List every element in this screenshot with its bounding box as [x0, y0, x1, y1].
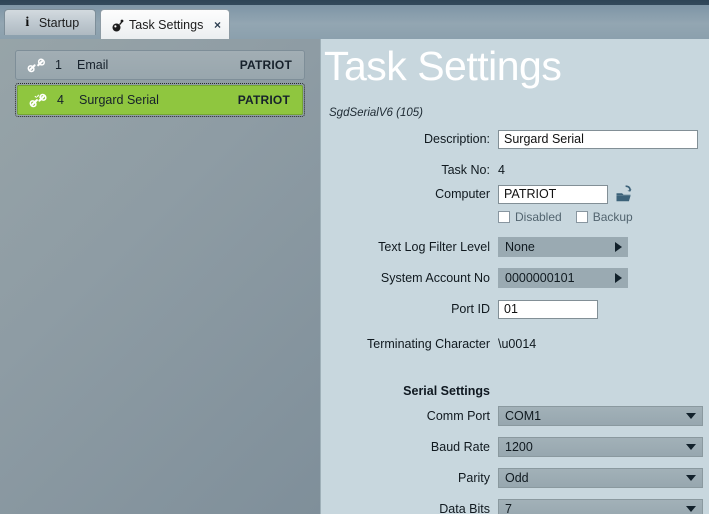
task-row-name: Surgard Serial — [79, 93, 159, 107]
computer-label: Computer — [435, 187, 490, 201]
computer-input[interactable]: PATRIOT — [498, 184, 608, 204]
system-account-dropdown[interactable]: 0000000101 — [498, 268, 628, 288]
baud-rate-dropdown[interactable]: 1200 — [498, 437, 703, 457]
tab-bar: i Startup Task Settings × — [0, 5, 709, 39]
chain-link-icon — [24, 93, 52, 108]
baud-rate-value: 1200 — [505, 440, 533, 454]
field-comm-port: Comm Port COM1 — [321, 404, 709, 428]
chevron-down-icon — [686, 475, 696, 481]
text-log-filter-dropdown[interactable]: None — [498, 237, 628, 257]
comm-port-dropdown[interactable]: COM1 — [498, 406, 703, 426]
field-text-log-filter-level: Text Log Filter Level None — [321, 235, 709, 259]
task-bomb-icon — [111, 18, 124, 32]
task-row-number: 1 — [55, 58, 62, 72]
disabled-label: Disabled — [515, 210, 562, 224]
checkbox-row: Disabled Backup — [321, 206, 709, 228]
chevron-down-icon — [686, 413, 696, 419]
application-window: i Startup Task Settings × 1 Email PATRIO… — [0, 0, 709, 514]
field-parity: Parity Odd — [321, 466, 709, 490]
parity-dropdown[interactable]: Odd — [498, 468, 703, 488]
serial-settings-heading: Serial Settings — [403, 384, 490, 398]
task-list-row-selected-focus: 4 Surgard Serial PATRIOT — [15, 83, 305, 117]
task-subtitle: SgdSerialV6 (105) — [329, 107, 423, 119]
triangle-right-icon — [615, 273, 622, 283]
task-details-panel: Task Settings SgdSerialV6 (105) Descript… — [320, 39, 709, 514]
comm-port-value: COM1 — [505, 409, 542, 423]
task-list-row-surgard-serial[interactable]: 4 Surgard Serial PATRIOT — [17, 85, 303, 115]
field-computer: Computer PATRIOT — [321, 182, 709, 206]
terminating-character-value: \u0014 — [498, 337, 537, 351]
task-list: 1 Email PATRIOT 4 Surgard Serial PATRIOT — [15, 50, 305, 117]
data-bits-label: Data Bits — [439, 502, 490, 514]
open-folder-icon[interactable] — [614, 185, 634, 204]
task-settings-form: Description: Surgard Serial Task No: 4 C… — [321, 127, 709, 514]
field-terminating-character: Terminating Character \u0014 — [321, 332, 709, 356]
field-baud-rate: Baud Rate 1200 — [321, 435, 709, 459]
tab-task-settings-label: Task Settings — [129, 17, 204, 32]
chain-link-icon — [22, 58, 50, 73]
backup-label: Backup — [592, 210, 633, 224]
chevron-down-icon — [686, 444, 696, 450]
parity-label: Parity — [458, 471, 490, 485]
terminating-character-label: Terminating Character — [367, 337, 490, 351]
serial-settings-section: Serial Settings — [321, 378, 709, 404]
baud-rate-label: Baud Rate — [430, 440, 490, 454]
triangle-right-icon — [615, 242, 622, 252]
field-description: Description: Surgard Serial — [321, 127, 709, 151]
data-bits-dropdown[interactable]: 7 — [498, 499, 703, 514]
tab-task-settings[interactable]: Task Settings × — [100, 9, 230, 39]
text-log-filter-label: Text Log Filter Level — [378, 240, 490, 254]
task-list-panel: 1 Email PATRIOT 4 Surgard Serial PATRIOT — [0, 39, 320, 514]
task-row-number: 4 — [57, 93, 64, 107]
close-icon[interactable]: × — [214, 19, 221, 31]
comm-port-label: Comm Port — [426, 409, 490, 423]
task-row-computer: PATRIOT — [237, 93, 290, 107]
port-id-input[interactable]: 01 — [498, 299, 598, 319]
info-icon: i — [25, 14, 30, 30]
description-label: Description: — [424, 132, 490, 146]
task-no-value: 4 — [498, 163, 505, 177]
tab-startup-label: Startup — [38, 15, 80, 30]
description-input[interactable]: Surgard Serial — [498, 129, 698, 149]
task-no-label: Task No: — [441, 163, 490, 177]
task-list-row-email[interactable]: 1 Email PATRIOT — [15, 50, 305, 80]
data-bits-value: 7 — [505, 502, 512, 514]
parity-value: Odd — [505, 471, 529, 485]
task-row-name: Email — [77, 58, 109, 72]
field-port-id: Port ID 01 — [321, 297, 709, 321]
disabled-checkbox[interactable] — [498, 211, 510, 223]
port-id-label: Port ID — [451, 302, 490, 316]
page-title: Task Settings — [324, 43, 562, 89]
field-data-bits: Data Bits 7 — [321, 497, 709, 514]
task-row-computer: PATRIOT — [239, 58, 292, 72]
field-system-account-no: System Account No 0000000101 — [321, 266, 709, 290]
field-task-no: Task No: 4 — [321, 158, 709, 182]
tab-startup[interactable]: i Startup — [4, 9, 96, 35]
text-log-filter-value: None — [505, 240, 535, 254]
chevron-down-icon — [686, 506, 696, 512]
system-account-label: System Account No — [380, 271, 490, 285]
system-account-value: 0000000101 — [505, 271, 575, 285]
backup-checkbox[interactable] — [575, 211, 588, 223]
